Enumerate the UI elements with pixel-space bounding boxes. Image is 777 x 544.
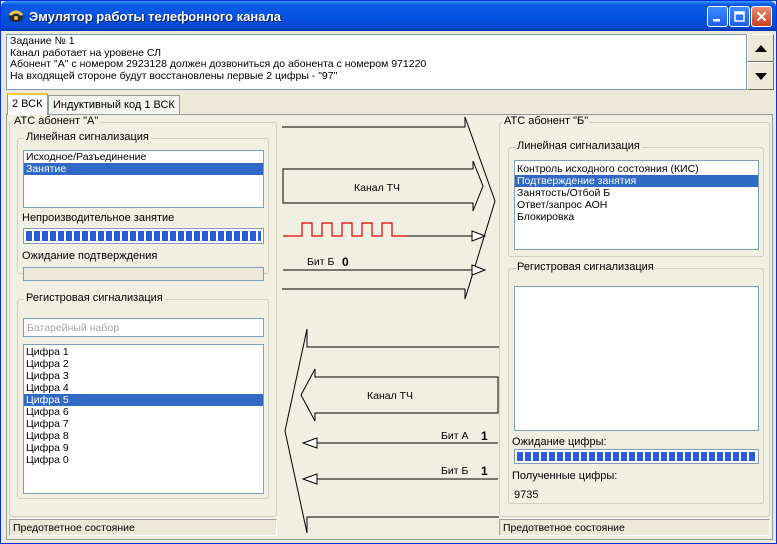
- scroll-down-button[interactable]: [747, 62, 774, 90]
- list-item[interactable]: Занятость/Отбой Б: [515, 187, 758, 199]
- close-icon: [756, 11, 767, 22]
- minimize-icon: [713, 19, 720, 22]
- app-window: Эмулятор работы телефонного канала Задан…: [0, 0, 777, 544]
- list-item[interactable]: Контроль исходного состояния (КИС): [515, 163, 758, 175]
- phone-app-icon: [8, 10, 24, 22]
- arrow-left-icon: [301, 473, 318, 485]
- side-b-register-signaling: Регистровая сигнализация Ожидание цифры:…: [508, 261, 764, 504]
- side-b-line-signaling: Линейная сигнализация Контроль исходного…: [508, 140, 764, 257]
- forward-bit-label: Бит Б: [307, 256, 334, 268]
- task-line: Абонент "А" с номером 2923128 должен доз…: [10, 58, 427, 70]
- task-description[interactable]: Задание № 1 Канал работает на уровене СЛ…: [6, 34, 747, 90]
- forward-bit-value: 0: [342, 255, 349, 269]
- side-b-line-signal-list[interactable]: Контроль исходного состояния (КИС) Подтв…: [514, 160, 759, 250]
- maximize-button[interactable]: [729, 6, 750, 27]
- backward-bit-a-label: Бит А: [441, 430, 469, 442]
- scroll-up-button[interactable]: [747, 34, 774, 62]
- pulse-signal: [283, 222, 407, 237]
- arrow-left-icon: [301, 437, 318, 449]
- backward-bit-b-value: 1: [481, 464, 488, 478]
- list-item[interactable]: Блокировка: [515, 211, 758, 223]
- waiting-digit-label: Ожидание цифры:: [512, 436, 607, 448]
- task-scroll-buttons: [747, 34, 774, 90]
- side-b-register-list[interactable]: [514, 286, 759, 431]
- waiting-digit-progress-fill: [517, 452, 756, 461]
- waiting-digit-progress: [514, 449, 759, 464]
- maximize-icon: [734, 11, 745, 22]
- task-line: Задание № 1: [10, 35, 75, 47]
- list-item[interactable]: Подтверждение занятия: [515, 175, 758, 187]
- tab-2vsk[interactable]: 2 ВСК: [7, 93, 48, 115]
- list-item[interactable]: Ответ/запрос АОН: [515, 199, 758, 211]
- side-b-register-signaling-title: Регистровая сигнализация: [515, 261, 656, 273]
- arrow-up-icon: [755, 45, 767, 52]
- backward-bit-a-value: 1: [481, 429, 488, 443]
- window-title: Эмулятор работы телефонного канала: [29, 9, 281, 24]
- tab-page: АТС абонент "А" Линейная сигнализация Ис…: [6, 114, 773, 540]
- minimize-button[interactable]: [707, 6, 728, 27]
- backward-channel-label: Канал ТЧ: [367, 390, 413, 402]
- close-button[interactable]: [751, 6, 772, 27]
- forward-channel-label: Канал ТЧ: [354, 182, 400, 194]
- side-b-title: АТС абонент "Б": [502, 115, 591, 127]
- forward-channel-arrow: [282, 116, 496, 300]
- arrow-right-icon: [471, 264, 487, 276]
- received-digits-value: 9735: [514, 489, 539, 501]
- tab-inductive-code[interactable]: Индуктивный код 1 ВСК: [48, 95, 180, 114]
- side-b-status: Предответное состояние: [499, 519, 770, 536]
- arrow-down-icon: [755, 73, 767, 80]
- backward-bit-b-label: Бит Б: [441, 465, 468, 477]
- received-digits-label: Полученные цифры:: [512, 470, 618, 482]
- task-line: На входящей стороне будут восстановлены …: [10, 69, 338, 82]
- title-bar[interactable]: Эмулятор работы телефонного канала: [1, 1, 776, 31]
- side-b-line-signaling-title: Линейная сигнализация: [515, 140, 642, 152]
- side-b-panel: АТС абонент "Б" Линейная сигнализация Ко…: [499, 115, 770, 517]
